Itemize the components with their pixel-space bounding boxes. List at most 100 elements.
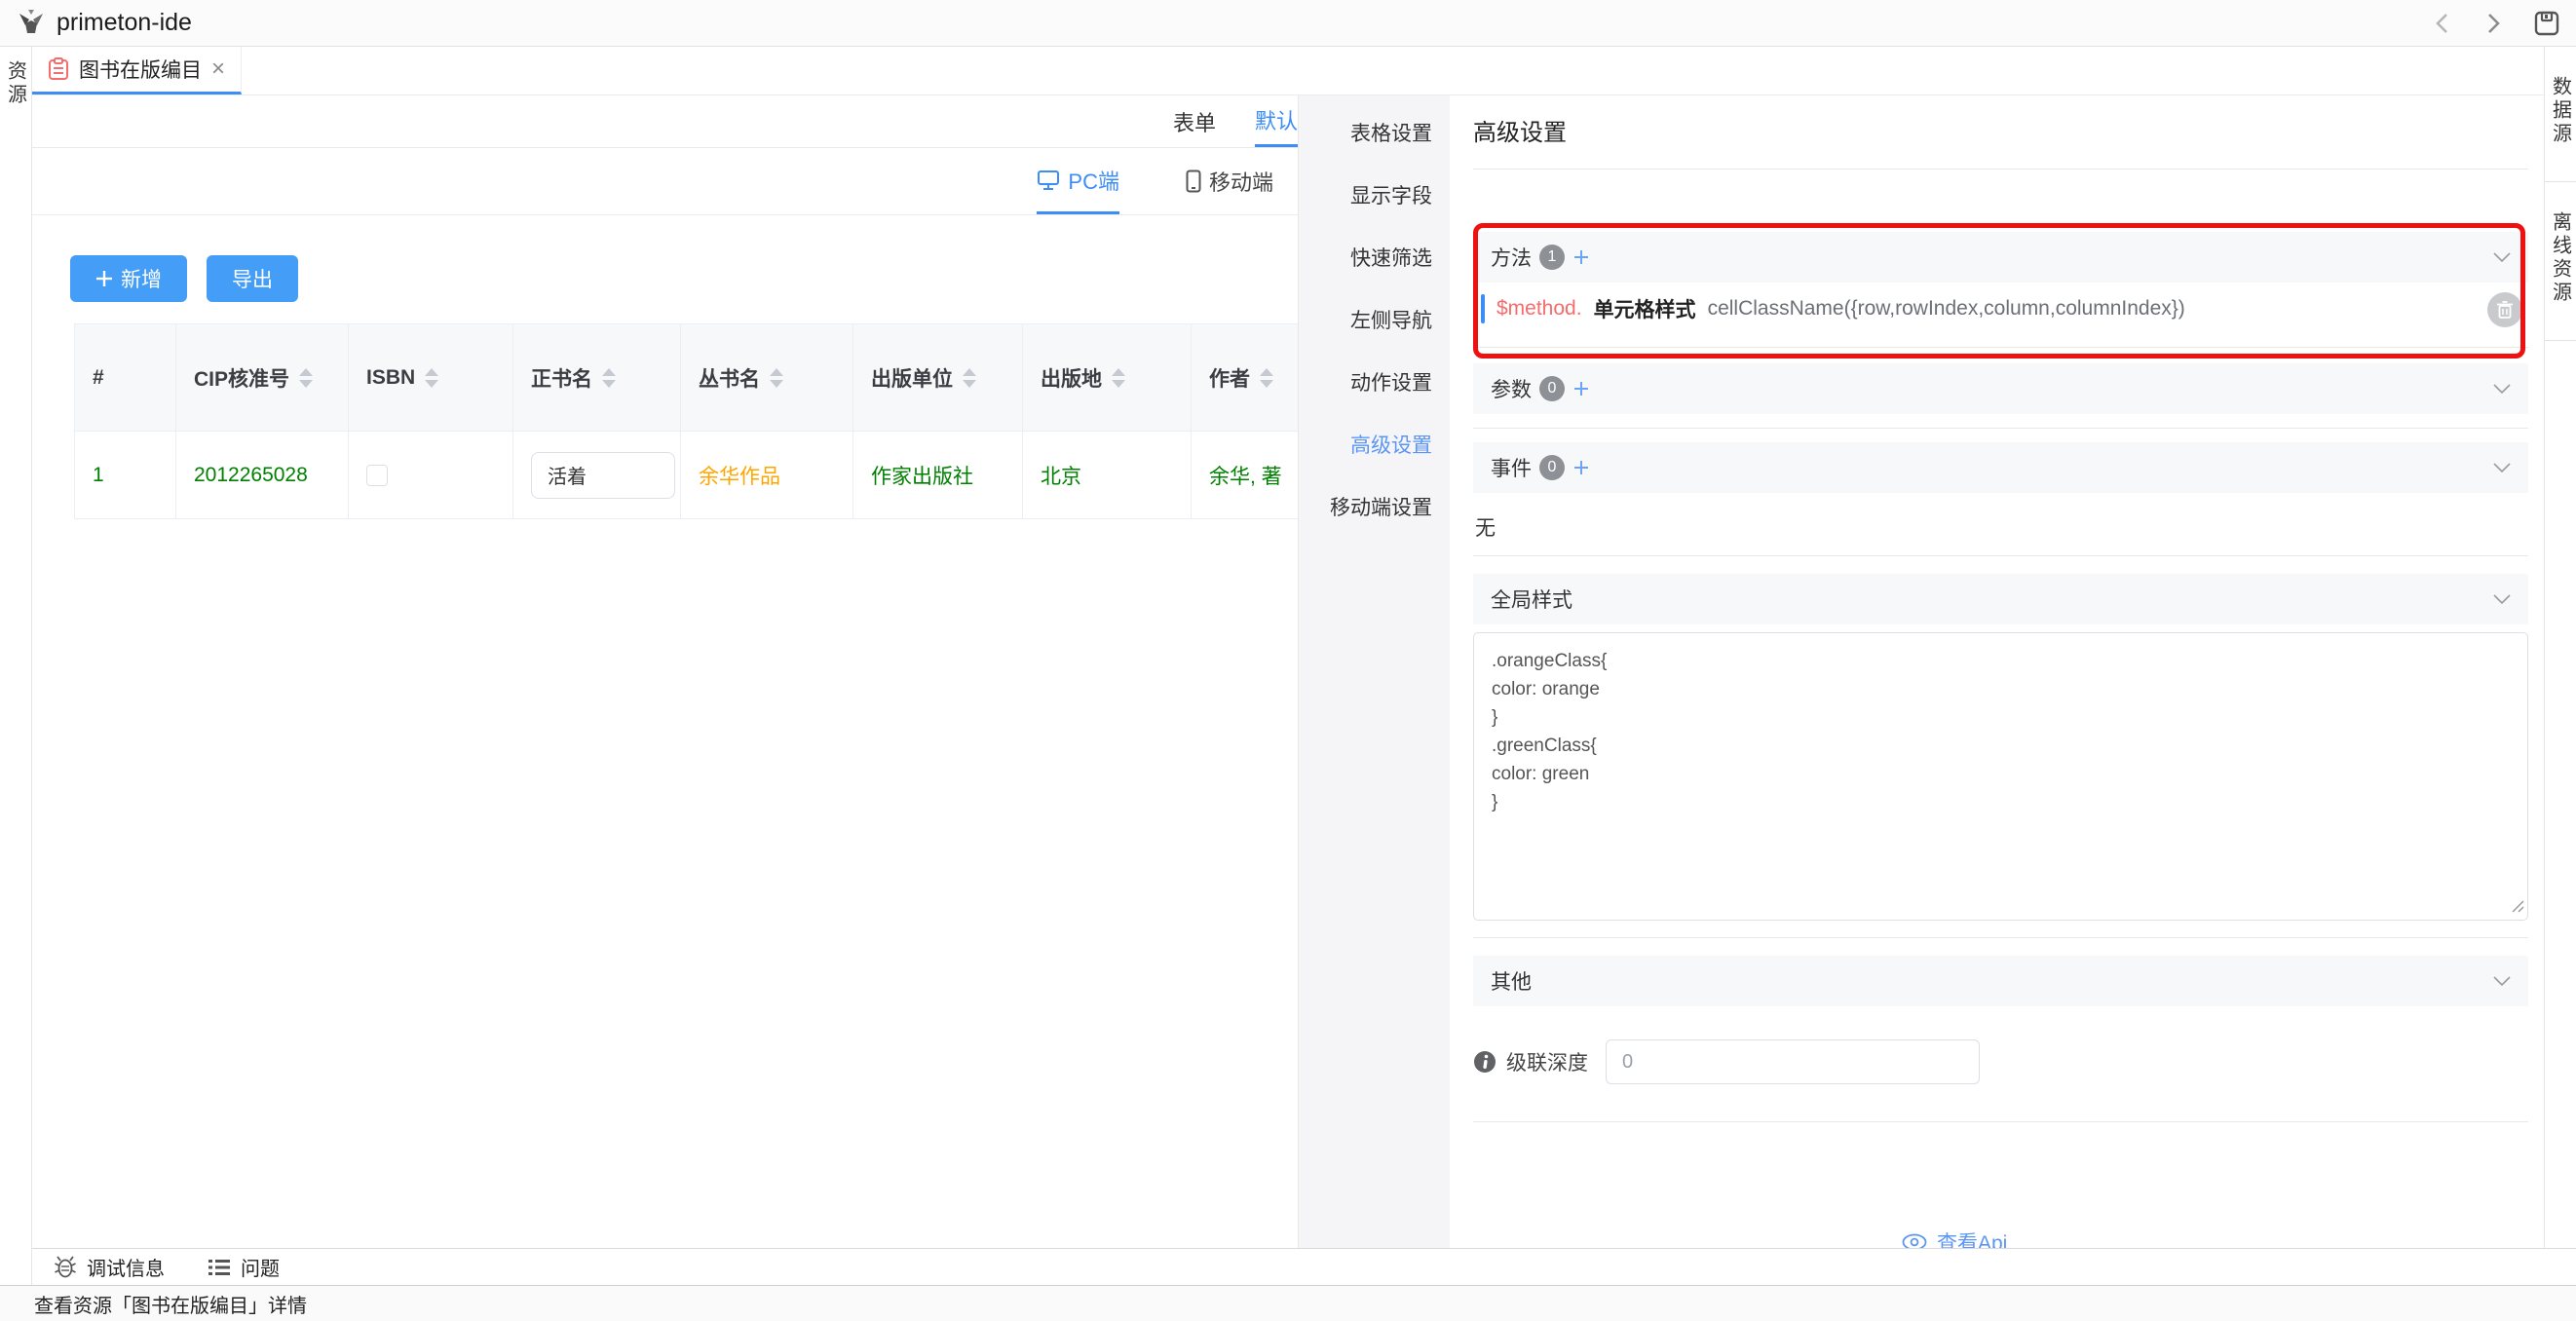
params-count-badge: 0 — [1539, 376, 1565, 401]
nav-back-button[interactable] — [2432, 11, 2453, 36]
chevron-left-icon — [2432, 11, 2453, 36]
sort-icon[interactable] — [425, 368, 438, 388]
menu-item-table-settings[interactable]: 表格设置 — [1299, 101, 1450, 164]
add-param-button[interactable] — [1572, 380, 1590, 397]
cell-place: 北京 — [1023, 432, 1192, 519]
methods-label: 方法 — [1491, 243, 1532, 272]
view-api-link[interactable]: 查看Api — [1937, 1227, 2007, 1248]
events-label: 事件 — [1491, 453, 1532, 482]
divider — [1473, 555, 2528, 556]
app-title: primeton-ide — [57, 9, 192, 37]
export-button[interactable]: 导出 — [207, 255, 298, 302]
cascade-depth-label: 级联深度 — [1506, 1047, 1588, 1076]
method-item-cell-class[interactable]: $method. 单元格样式 cellClassName({row,rowInd… — [1473, 283, 2528, 335]
sort-icon[interactable] — [1112, 368, 1125, 388]
chevron-down-icon[interactable] — [2493, 384, 2511, 394]
tab-book-cataloging[interactable]: 图书在版编目 × — [32, 47, 242, 94]
methods-count-badge: 1 — [1539, 245, 1565, 270]
device-tabs: PC端 移动端 — [32, 148, 1298, 215]
statusbar: 查看资源「图书在版编目」详情 — [0, 1285, 2576, 1321]
method-prefix: $method. — [1496, 297, 1582, 321]
add-button[interactable]: 新增 — [70, 255, 187, 302]
divider — [1473, 1121, 2528, 1122]
menu-item-left-nav[interactable]: 左侧导航 — [1299, 288, 1450, 351]
panel-title: 高级设置 — [1473, 113, 2528, 147]
rail-item-offline-resources[interactable]: 离线资源 — [2545, 182, 2576, 341]
tab-form[interactable]: 表单 — [1173, 95, 1216, 147]
resize-handle-icon[interactable] — [2511, 899, 2524, 918]
primeton-logo-icon — [16, 8, 47, 39]
menu-item-quick-filter[interactable]: 快速筛选 — [1299, 226, 1450, 288]
method-signature: cellClassName({row,rowIndex,column,colum… — [1708, 297, 2185, 321]
chevron-down-icon[interactable] — [2493, 252, 2511, 262]
section-global-style-header[interactable]: 全局样式 — [1473, 574, 2528, 624]
document-tabstrip: 图书在版编目 × — [32, 47, 2544, 95]
section-methods-header[interactable]: 方法 1 — [1473, 232, 2528, 283]
other-label: 其他 — [1491, 966, 1532, 996]
method-name: 单元格样式 — [1594, 294, 1696, 323]
rail-item-resources[interactable]: 资源 — [2, 60, 30, 107]
tab-mobile[interactable]: 移动端 — [1186, 148, 1273, 214]
settings-panel: 表格设置 显示字段 快速筛选 左侧导航 动作设置 高级设置 移动端设置 高级设置… — [1298, 95, 2544, 1248]
status-text: 查看资源「图书在版编目」详情 — [34, 1290, 307, 1318]
bug-icon — [54, 1255, 77, 1280]
divider — [1473, 347, 2528, 348]
plus-icon — [95, 270, 113, 287]
sort-icon[interactable] — [299, 368, 313, 388]
add-event-button[interactable] — [1572, 459, 1590, 476]
cell-index: 1 — [75, 432, 176, 519]
debug-info-label: 调试信息 — [87, 1253, 165, 1281]
left-rail: 资源 — [0, 47, 32, 1285]
rail-item-datasource[interactable]: 数据源 — [2545, 47, 2576, 182]
section-events-header[interactable]: 事件 0 — [1473, 442, 2528, 493]
debug-info-button[interactable]: 调试信息 — [54, 1253, 165, 1281]
column-header-isbn: ISBN — [349, 324, 513, 432]
section-other-header[interactable]: 其他 — [1473, 956, 2528, 1006]
tab-pc[interactable]: PC端 — [1037, 148, 1119, 214]
delete-method-button[interactable] — [2487, 292, 2522, 327]
settings-content: 高级设置 方法 1 $method. 单元格样式 cellClassName({… — [1450, 95, 2544, 1248]
info-icon — [1473, 1050, 1496, 1074]
menu-item-advanced-settings[interactable]: 高级设置 — [1299, 413, 1450, 475]
cell-isbn — [349, 432, 513, 519]
menu-item-mobile-settings[interactable]: 移动端设置 — [1299, 475, 1450, 538]
tab-pc-label: PC端 — [1068, 165, 1119, 196]
chevron-down-icon[interactable] — [2493, 594, 2511, 604]
title-input[interactable] — [531, 452, 675, 499]
sort-icon[interactable] — [602, 368, 616, 388]
cascade-depth-row: 级联深度 — [1473, 1039, 2528, 1084]
cell-cip: 2012265028 — [176, 432, 349, 519]
column-header-place: 出版地 — [1023, 324, 1192, 432]
global-style-textarea[interactable]: .orangeClass{ color: orange } .greenClas… — [1473, 632, 2528, 921]
divider — [1473, 937, 2528, 938]
method-accent-bar — [1481, 294, 1485, 323]
bottom-toolbar: 调试信息 问题 — [32, 1248, 2576, 1285]
cell-series: 余华作品 — [681, 432, 853, 519]
section-params-header[interactable]: 参数 0 — [1473, 363, 2528, 414]
isbn-checkbox[interactable] — [366, 465, 388, 486]
cascade-depth-input[interactable] — [1606, 1039, 1980, 1084]
close-icon[interactable]: × — [211, 57, 225, 81]
save-button[interactable] — [2533, 10, 2560, 37]
sort-icon[interactable] — [770, 368, 783, 388]
problems-button[interactable]: 问题 — [208, 1253, 280, 1281]
table-header-row: # CIP核准号 ISBN 正书名 丛书名 出版单位 出版地 作者 — [75, 324, 1357, 432]
divider — [1473, 428, 2528, 429]
sort-icon[interactable] — [963, 368, 976, 388]
chevron-down-icon[interactable] — [2493, 976, 2511, 986]
app-window: primeton-ide 资源 数据源 离线资源 图书在版编目 × 表单 — [0, 0, 2576, 1321]
events-empty-text: 无 — [1475, 512, 2528, 542]
menu-item-action-settings[interactable]: 动作设置 — [1299, 351, 1450, 413]
trash-icon — [2496, 300, 2514, 320]
monitor-icon — [1037, 170, 1060, 191]
column-header-index: # — [75, 324, 176, 432]
add-method-button[interactable] — [1572, 248, 1590, 266]
sort-icon[interactable] — [1260, 368, 1273, 388]
nav-forward-button[interactable] — [2482, 11, 2504, 36]
eye-icon — [1902, 1233, 1927, 1248]
save-icon — [2533, 10, 2560, 37]
menu-item-display-fields[interactable]: 显示字段 — [1299, 164, 1450, 226]
chevron-down-icon[interactable] — [2493, 463, 2511, 472]
list-icon — [208, 1258, 231, 1277]
cell-publisher: 作家出版社 — [853, 432, 1023, 519]
